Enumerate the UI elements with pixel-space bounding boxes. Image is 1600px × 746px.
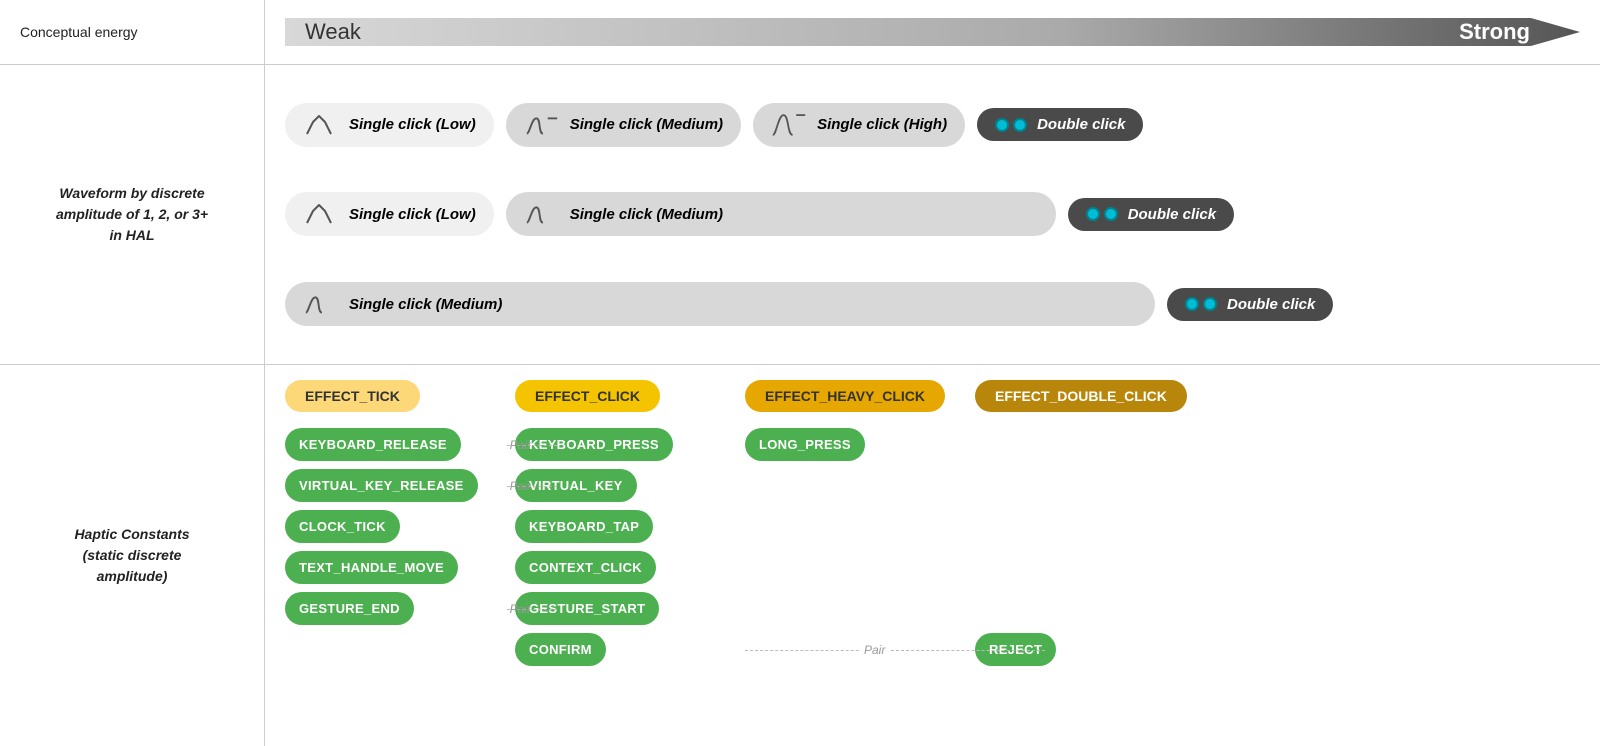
right-content: Weak Strong Single click (Low) [265, 0, 1600, 746]
badge-long-press[interactable]: LONG_PRESS [745, 428, 865, 461]
pill-single-click-low-1: Single click (Low) [285, 103, 494, 147]
strong-label: Strong [1459, 19, 1550, 45]
effect-click-badge: EFFECT_CLICK [515, 380, 660, 412]
waveform-row-2: Single click (Low) Single click (Medium) [285, 192, 1580, 236]
cell-empty-7 [975, 551, 1580, 584]
pill-label: Single click (Medium) [570, 206, 723, 223]
badge-gesture-end[interactable]: GESTURE_END [285, 592, 414, 625]
weak-label: Weak [295, 19, 381, 45]
constants-area: KEYBOARD_RELEASE Pair KEYBOARD_PRESS [285, 428, 1580, 731]
cell-empty-8 [745, 592, 975, 625]
row-confirm-reject: CONFIRM Pair REJECT [285, 633, 1580, 666]
pill-label: Single click (Medium) [349, 296, 502, 313]
pill-double-click-2: Double click [1068, 198, 1234, 231]
pill-single-click-med-1: Single click (Medium) [506, 103, 741, 147]
double-click-icon-1 [995, 118, 1027, 132]
cell-keyboard-release: KEYBOARD_RELEASE Pair [285, 428, 515, 461]
low-wave-icon-2 [303, 200, 339, 228]
cell-clock-tick: CLOCK_TICK [285, 510, 515, 543]
cell-text-handle-move: TEXT_HANDLE_MOVE [285, 551, 515, 584]
pill-label: Double click [1227, 296, 1315, 313]
cell-keyboard-tap: KEYBOARD_TAP [515, 510, 745, 543]
row-virtual-key: VIRTUAL_KEY_RELEASE Pair VIRTUAL_KEY [285, 469, 1580, 502]
cell-pair-confirm-reject: Pair [745, 633, 975, 666]
effect-tick-cell: EFFECT_TICK [285, 380, 515, 412]
dot-2 [1013, 118, 1027, 132]
badge-confirm[interactable]: CONFIRM [515, 633, 606, 666]
cell-empty-6 [745, 551, 975, 584]
badge-keyboard-release[interactable]: KEYBOARD_RELEASE [285, 428, 461, 461]
arrow-track: Weak Strong [285, 13, 1580, 51]
cell-reject: REJECT [975, 633, 1580, 666]
badge-keyboard-tap[interactable]: KEYBOARD_TAP [515, 510, 653, 543]
med-wave-icon-1 [524, 111, 560, 139]
double-click-icon-3 [1185, 297, 1217, 311]
effect-heavy-click-cell: EFFECT_HEAVY_CLICK [745, 380, 975, 412]
conceptual-energy-label: Conceptual energy [0, 0, 264, 65]
pill-single-click-low-2: Single click (Low) [285, 192, 494, 236]
haptic-constants-label: Haptic Constants(static discreteamplitud… [0, 365, 264, 746]
cell-empty-5 [975, 510, 1580, 543]
double-click-icon-2 [1086, 207, 1118, 221]
haptic-section: EFFECT_TICK EFFECT_CLICK EFFECT_HEAVY_CL… [265, 365, 1600, 746]
med-wave-icon-3 [303, 290, 339, 318]
cell-empty-2 [745, 469, 975, 502]
pill-single-click-med-2: Single click (Medium) [506, 192, 1056, 236]
cell-empty-4 [745, 510, 975, 543]
badge-clock-tick[interactable]: CLOCK_TICK [285, 510, 400, 543]
cell-gesture-end: GESTURE_END Pair [285, 592, 515, 625]
pill-single-click-med-3: Single click (Medium) [285, 282, 1155, 326]
row-clock-tick: CLOCK_TICK KEYBOARD_TAP [285, 510, 1580, 543]
med-wave-icon-2 [524, 200, 560, 228]
badge-virtual-key-release[interactable]: VIRTUAL_KEY_RELEASE [285, 469, 478, 502]
pair-label-gesture: Pair [510, 602, 531, 616]
pair-label-keyboard: Pair [510, 438, 531, 452]
gradient-arrow-svg [285, 13, 1580, 51]
pair-label-confirm-reject: Pair [860, 643, 889, 657]
low-wave-icon-1 [303, 111, 339, 139]
cell-context-click: CONTEXT_CLICK [515, 551, 745, 584]
high-wave-icon-1 [771, 111, 807, 139]
waveform-section: Single click (Low) Single click (Medium) [265, 65, 1600, 365]
effect-double-click-badge: EFFECT_DOUBLE_CLICK [975, 380, 1187, 412]
cell-empty-9 [975, 592, 1580, 625]
cell-virtual-key-release: VIRTUAL_KEY_RELEASE Pair [285, 469, 515, 502]
pill-label: Double click [1037, 116, 1125, 133]
pill-single-click-high-1: Single click (High) [753, 103, 965, 147]
cell-empty-1 [975, 428, 1580, 461]
effect-click-cell: EFFECT_CLICK [515, 380, 745, 412]
waveform-row-3: Single click (Medium) Double click [285, 282, 1580, 326]
cell-empty-10 [285, 633, 515, 666]
pair-line-confirm-reject [745, 650, 1045, 651]
row-keyboard: KEYBOARD_RELEASE Pair KEYBOARD_PRESS [285, 428, 1580, 461]
main-container: Conceptual energy Waveform by discreteam… [0, 0, 1600, 746]
row-text-handle: TEXT_HANDLE_MOVE CONTEXT_CLICK [285, 551, 1580, 584]
pill-label: Double click [1128, 206, 1216, 223]
pair-label-virtual-key: Pair [510, 479, 531, 493]
cell-long-press: LONG_PRESS [745, 428, 975, 461]
pill-label: Single click (Low) [349, 206, 476, 223]
waveform-label: Waveform by discreteamplitude of 1, 2, o… [0, 65, 264, 365]
pill-label: Single click (High) [817, 116, 947, 133]
pill-double-click-3: Double click [1167, 288, 1333, 321]
effect-double-click-cell: EFFECT_DOUBLE_CLICK [975, 380, 1580, 412]
effect-tick-badge: EFFECT_TICK [285, 380, 420, 412]
cell-empty-3 [975, 469, 1580, 502]
badge-text-handle-move[interactable]: TEXT_HANDLE_MOVE [285, 551, 458, 584]
row-gesture: GESTURE_END Pair GESTURE_START [285, 592, 1580, 625]
effect-heavy-click-badge: EFFECT_HEAVY_CLICK [745, 380, 945, 412]
cell-confirm: CONFIRM [515, 633, 745, 666]
waveform-row-1: Single click (Low) Single click (Medium) [285, 103, 1580, 147]
effect-badges-row: EFFECT_TICK EFFECT_CLICK EFFECT_HEAVY_CL… [285, 380, 1580, 412]
left-labels: Conceptual energy Waveform by discreteam… [0, 0, 265, 746]
pill-label: Single click (Medium) [570, 116, 723, 133]
arrow-bar: Weak Strong [265, 0, 1600, 65]
pill-label: Single click (Low) [349, 116, 476, 133]
pill-double-click-1: Double click [977, 108, 1143, 141]
badge-context-click[interactable]: CONTEXT_CLICK [515, 551, 656, 584]
dot-1 [995, 118, 1009, 132]
